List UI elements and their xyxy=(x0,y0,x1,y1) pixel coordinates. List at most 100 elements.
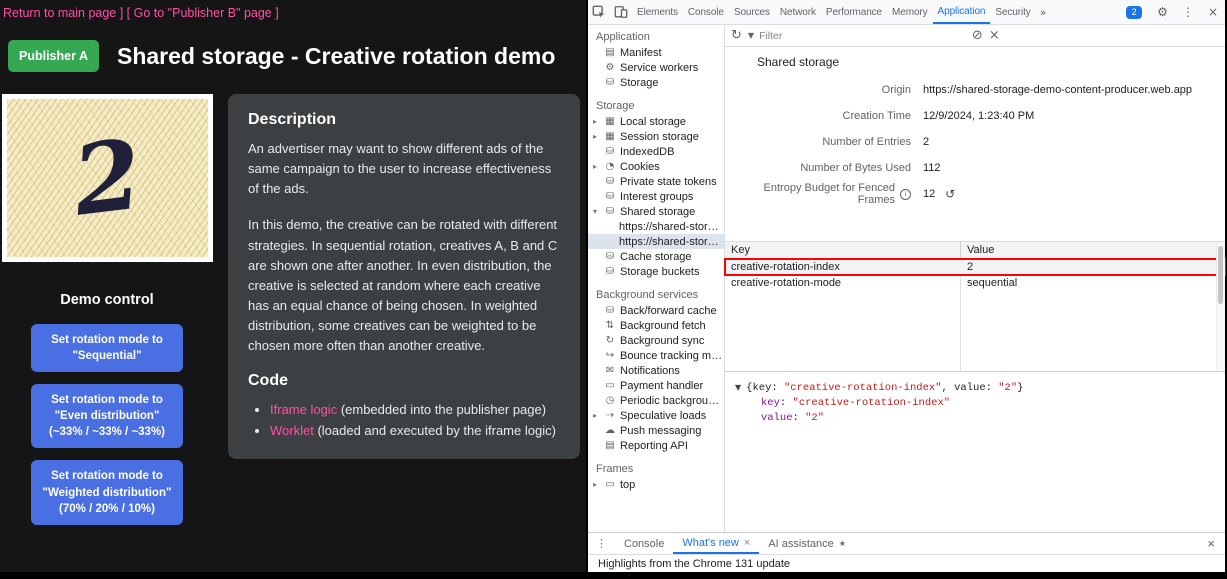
sidebar-item-bounce-tracking[interactable]: ↪Bounce tracking miti… xyxy=(588,348,724,363)
creative-image: 2 xyxy=(7,99,208,257)
sidebar-item-shared-storage[interactable]: ▾⛁Shared storage xyxy=(588,204,724,219)
devtools-menu-icon[interactable]: ⋮ xyxy=(1175,0,1201,24)
publisher-b-link[interactable]: Go to "Publisher B" page xyxy=(134,6,272,20)
expand-arrow-icon[interactable]: ▸ xyxy=(593,132,603,141)
expand-arrow-icon[interactable]: ▸ xyxy=(593,117,603,126)
bytes-label: Number of Bytes Used xyxy=(725,155,911,181)
publisher-page: Return to main page ] [ Go to "Publisher… xyxy=(0,0,586,572)
tab-network[interactable]: Network xyxy=(775,0,821,24)
sidebar-item-service-workers[interactable]: ⚙Service workers xyxy=(588,60,724,75)
return-main-link[interactable]: Return to main page xyxy=(3,6,116,20)
drawer-tab-whats-new[interactable]: What's new× xyxy=(673,533,759,554)
spark-icon: ★ xyxy=(839,539,846,548)
drawer-tab-ai-assistance[interactable]: AI assistance★ xyxy=(759,533,855,554)
sidebar-item-cache-storage[interactable]: ⛁Cache storage xyxy=(588,249,724,264)
sidebar-item-periodic-background-sync[interactable]: ◷Periodic backgroun… xyxy=(588,393,724,408)
preview-prop-value: value: "2" xyxy=(735,411,1215,426)
set-sequential-button[interactable]: Set rotation mode to "Sequential" xyxy=(31,324,183,372)
info-icon[interactable]: i xyxy=(900,189,911,200)
sidebar-item-session-storage[interactable]: ▸▦Session storage xyxy=(588,129,724,144)
shared-storage-toolbar: ↻ ▼ ⊘ × xyxy=(725,25,1225,47)
close-devtools-icon[interactable]: × xyxy=(1201,0,1225,24)
sidebar-item-storage[interactable]: ⛁Storage xyxy=(588,75,724,90)
clear-events-icon[interactable]: × xyxy=(989,28,1000,43)
more-tabs-icon[interactable]: » xyxy=(1036,0,1051,24)
entropy-label: Entropy Budget for Fenced Framesi xyxy=(725,181,911,207)
table-icon: ▦ xyxy=(603,131,617,142)
sidebar-item-push-messaging[interactable]: ☁Push messaging xyxy=(588,423,724,438)
section-storage: Storage xyxy=(588,98,724,114)
drawer-tabbar: ⋮ Console What's new× AI assistance★ × xyxy=(588,532,1225,554)
reset-budget-icon[interactable]: ↺ xyxy=(945,187,955,201)
issues-badge[interactable]: 2 xyxy=(1126,6,1142,19)
sidebar-item-storage-buckets[interactable]: ⛁Storage buckets xyxy=(588,264,724,279)
tab-memory[interactable]: Memory xyxy=(887,0,933,24)
tab-application[interactable]: Application xyxy=(933,0,991,24)
whats-new-content[interactable]: Highlights from the Chrome 131 update xyxy=(588,554,1225,572)
key-column-header[interactable]: Key xyxy=(725,242,961,259)
sidebar-item-reporting-api[interactable]: ▤Reporting API xyxy=(588,438,724,453)
tab-elements[interactable]: Elements xyxy=(632,0,683,24)
expand-arrow-icon[interactable]: ▸ xyxy=(593,480,603,489)
code-heading: Code xyxy=(248,372,560,390)
creative-digit: 2 xyxy=(68,126,146,229)
storage-item-preview: ▼{key: "creative-rotation-index", value:… xyxy=(725,372,1225,532)
origin-label: Origin xyxy=(725,77,911,103)
drawer-tab-console[interactable]: Console xyxy=(615,533,673,554)
up-down-arrows-icon: ⇅ xyxy=(603,320,617,331)
inspect-element-icon[interactable] xyxy=(588,0,610,24)
tab-performance[interactable]: Performance xyxy=(821,0,887,24)
table-scrollbar[interactable] xyxy=(1216,242,1225,371)
iframe-logic-link[interactable]: Iframe logic xyxy=(270,402,337,417)
drawer-menu-icon[interactable]: ⋮ xyxy=(588,533,615,554)
sidebar-item-interest-groups[interactable]: ⛁Interest groups xyxy=(588,189,724,204)
sidebar-item-back-forward-cache[interactable]: ⛁Back/forward cache xyxy=(588,303,724,318)
file-icon: ▤ xyxy=(603,47,617,58)
expand-arrow-icon[interactable]: ▸ xyxy=(593,411,603,420)
sidebar-item-shared-storage-origin-1[interactable]: https://shared-storage… xyxy=(588,219,724,234)
bytes-value: 112 xyxy=(923,155,1225,181)
entries-value: 2 xyxy=(923,129,1225,155)
value-column-header[interactable]: Value xyxy=(961,242,1225,259)
collapse-caret-icon[interactable]: ▼ xyxy=(735,383,741,392)
sidebar-item-cookies[interactable]: ▸◔Cookies xyxy=(588,159,724,174)
scrollbar-thumb[interactable] xyxy=(1218,246,1223,304)
table-row-creative-rotation-index[interactable]: creative-rotation-index 2 xyxy=(725,259,1225,275)
set-even-distribution-button[interactable]: Set rotation mode to "Even distribution"… xyxy=(31,384,183,448)
worklet-link[interactable]: Worklet xyxy=(270,423,314,438)
tab-security[interactable]: Security xyxy=(990,0,1035,24)
block-events-icon[interactable]: ⊘ xyxy=(972,28,983,43)
settings-gear-icon[interactable]: ⚙ xyxy=(1150,0,1175,24)
refresh-icon[interactable]: ↻ xyxy=(731,28,742,43)
set-weighted-distribution-button[interactable]: Set rotation mode to "Weighted distribut… xyxy=(31,460,183,524)
entropy-value: 12↺ xyxy=(923,181,1225,207)
sidebar-item-background-fetch[interactable]: ⇅Background fetch xyxy=(588,318,724,333)
sidebar-item-manifest[interactable]: ▤Manifest xyxy=(588,45,724,60)
sidebar-item-payment-handler[interactable]: ▭Payment handler xyxy=(588,378,724,393)
tab-console[interactable]: Console xyxy=(683,0,729,24)
section-background-services: Background services xyxy=(588,287,724,303)
tab-sources[interactable]: Sources xyxy=(729,0,775,24)
sidebar-item-notifications[interactable]: ✉Notifications xyxy=(588,363,724,378)
sidebar-item-shared-storage-origin-2[interactable]: https://shared-storage… xyxy=(588,234,724,249)
creative-ad-frame[interactable]: 2 xyxy=(2,94,213,262)
sidebar-item-local-storage[interactable]: ▸▦Local storage xyxy=(588,114,724,129)
list-item: Iframe logic (embedded into the publishe… xyxy=(270,400,560,420)
device-toolbar-icon[interactable] xyxy=(610,0,632,24)
close-drawer-icon[interactable]: × xyxy=(1197,533,1225,554)
panel-title: Shared storage xyxy=(757,55,1225,69)
entries-label: Number of Entries xyxy=(725,129,911,155)
expand-arrow-icon[interactable]: ▸ xyxy=(593,162,603,171)
sidebar-item-indexeddb[interactable]: ⛁IndexedDB xyxy=(588,144,724,159)
filter-input[interactable] xyxy=(759,30,939,42)
sidebar-item-speculative-loads[interactable]: ▸⇢Speculative loads xyxy=(588,408,724,423)
close-tab-icon[interactable]: × xyxy=(744,537,750,549)
collapse-arrow-icon[interactable]: ▾ xyxy=(593,207,603,216)
cloud-icon: ☁ xyxy=(603,425,617,436)
table-row-creative-rotation-mode[interactable]: creative-rotation-mode sequential xyxy=(725,275,1225,291)
sidebar-item-private-state-tokens[interactable]: ⛁Private state tokens xyxy=(588,174,724,189)
preview-summary-line[interactable]: ▼{key: "creative-rotation-index", value:… xyxy=(735,380,1215,396)
sidebar-item-background-sync[interactable]: ↻Background sync xyxy=(588,333,724,348)
sidebar-item-frames-top[interactable]: ▸▭top xyxy=(588,477,724,492)
database-icon: ⛁ xyxy=(603,146,617,157)
